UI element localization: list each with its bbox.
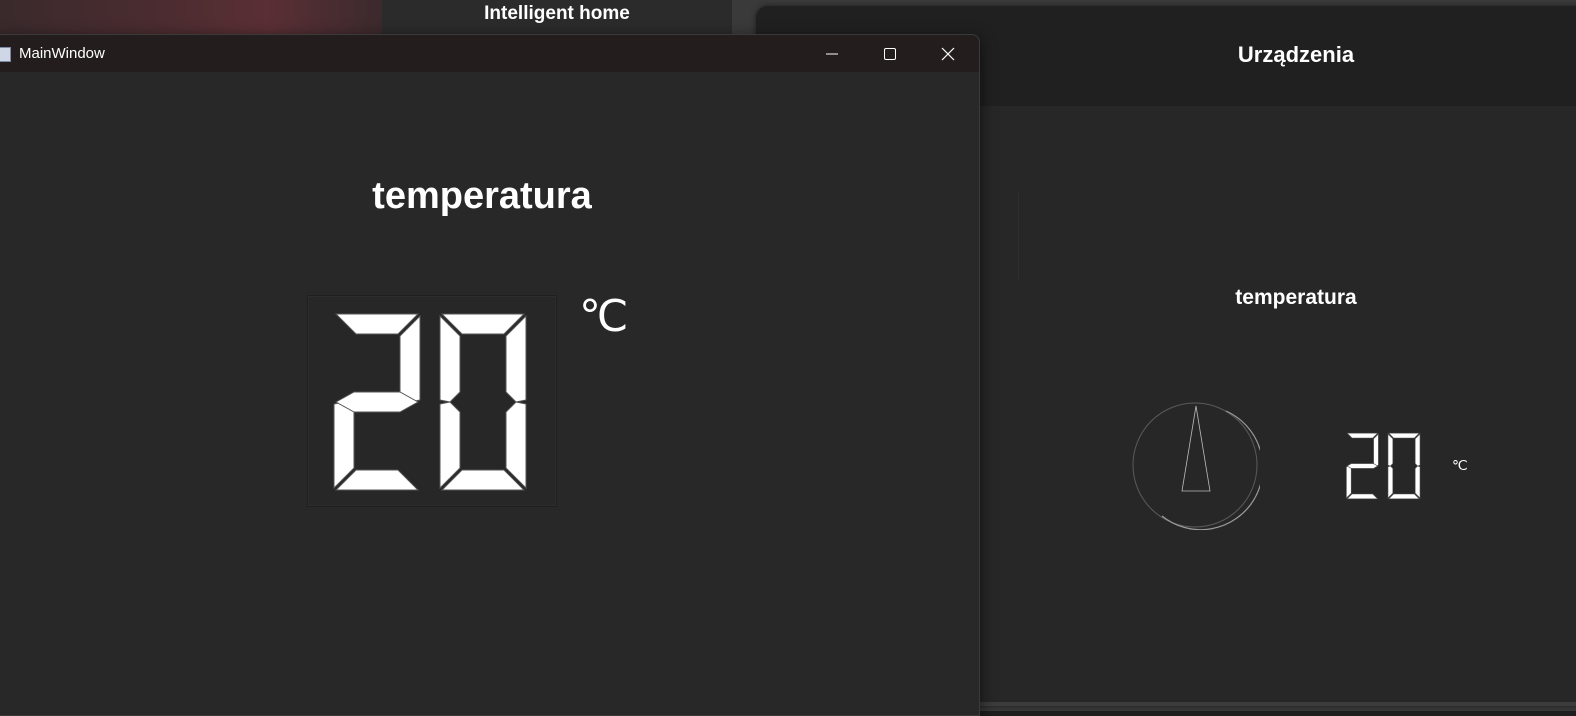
maximize-icon [884,48,896,60]
devices-lcd-display [1346,432,1421,500]
maximize-button[interactable] [867,39,913,69]
main-lcd-digits [333,313,527,491]
main-window: MainWindow temperatura ℃ [0,34,980,716]
lcd-segment-e [1346,465,1352,499]
main-lcd-display [307,295,557,507]
lcd-segment-d [1346,493,1379,500]
temperature-heading: temperatura [372,175,592,217]
intelligent-home-window-titlebar[interactable]: Intelligent home [382,0,732,36]
gauge-outer-ring [1132,402,1258,528]
close-icon [941,47,955,61]
devices-sensor-label: temperatura [1235,286,1357,309]
lcd-segment-e [1387,465,1394,499]
minimize-icon [826,53,838,55]
intelligent-home-title: Intelligent home [484,3,630,24]
lcd-segment-c [1414,465,1421,499]
main-window-titlebar[interactable]: MainWindow [0,35,979,72]
lcd-segment-g [1346,463,1379,469]
lcd-segment-d [1388,493,1420,500]
temperature-gauge [1132,402,1260,530]
close-button[interactable] [925,39,971,69]
app-icon [0,47,11,62]
lcd-segment-a [1346,432,1379,439]
devices-title: Urządzenia [1237,42,1355,67]
lcd-segment-a [1388,432,1420,439]
lcd-segment-b [1414,433,1421,467]
lcd-segment-f [1387,433,1394,467]
lcd-segment-g [334,391,420,413]
devices-panel-divider [1018,192,1576,280]
window-title: MainWindow [19,45,105,62]
minimize-button[interactable] [809,39,855,69]
wallpaper-strip [0,0,382,36]
main-unit-label: ℃ [579,292,629,341]
gauge-needle [1181,405,1211,492]
devices-unit-label: ℃ [1452,457,1468,473]
lcd-segment-b [1373,433,1379,467]
